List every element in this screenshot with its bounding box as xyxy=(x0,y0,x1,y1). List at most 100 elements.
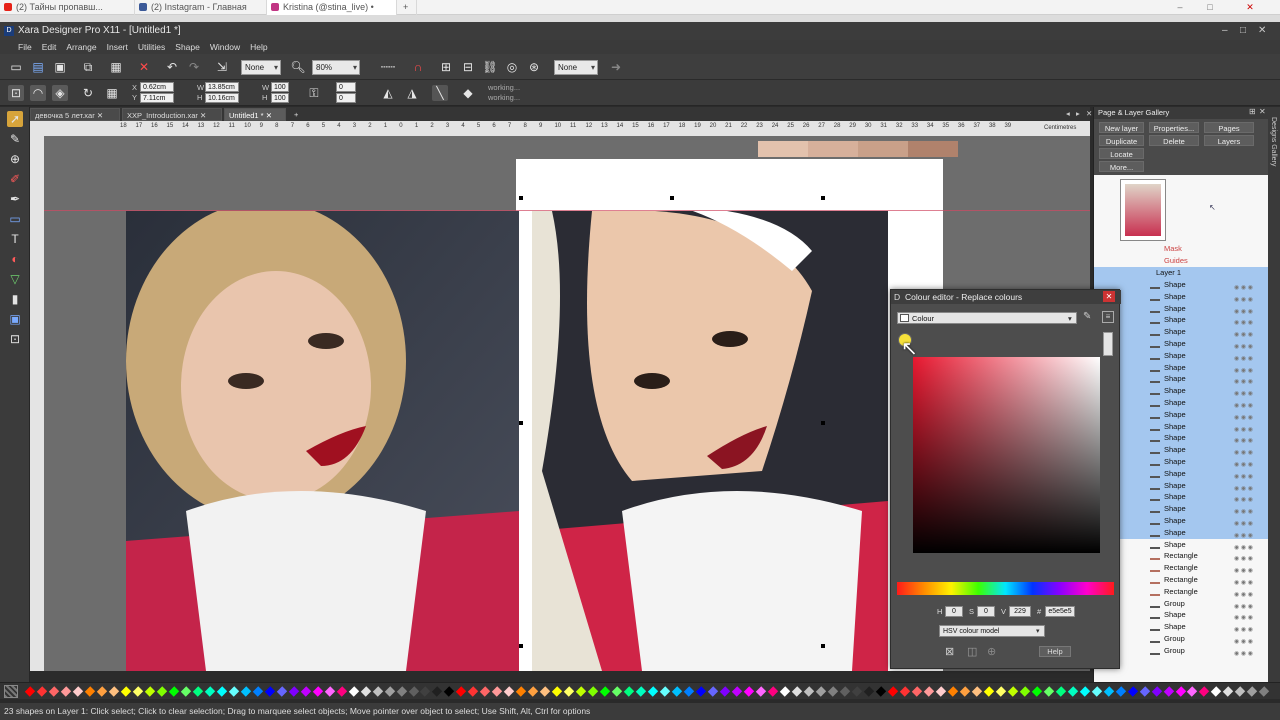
palette-swatch[interactable] xyxy=(815,686,827,697)
object-row[interactable]: Rectangle ◉ ◉ ◉ xyxy=(1094,550,1269,562)
visibility-icon[interactable]: ◉ ◉ ◉ xyxy=(1234,435,1264,444)
properties-button[interactable]: Properties... xyxy=(1149,122,1199,133)
visibility-icon[interactable]: ◉ ◉ ◉ xyxy=(1234,376,1264,385)
lock-aspect-icon[interactable]: ⚿ xyxy=(306,85,322,101)
close-icon[interactable]: ✕ xyxy=(1235,0,1265,15)
palette-swatch[interactable] xyxy=(863,686,875,697)
palette-swatch[interactable] xyxy=(504,686,515,697)
palette-swatch[interactable] xyxy=(851,686,863,697)
selector-mode-icon[interactable]: ⊡ xyxy=(8,85,24,101)
palette-swatch[interactable] xyxy=(468,686,479,697)
object-row[interactable]: Rectangle ◉ ◉ ◉ xyxy=(1094,586,1269,598)
palette-swatch[interactable] xyxy=(564,686,575,697)
colour-menu-icon[interactable]: ≡ xyxy=(1102,311,1114,323)
object-row[interactable]: Shape ◉ ◉ ◉ xyxy=(1094,609,1269,621)
zoom-tool-icon[interactable]: ⊕ xyxy=(7,151,23,167)
object-row[interactable]: Shape ◉ ◉ ◉ xyxy=(1094,314,1269,326)
flip-horizontal-icon[interactable]: ◭ xyxy=(380,85,396,101)
arrow-icon[interactable]: ➜ xyxy=(608,59,624,75)
palette-swatch[interactable] xyxy=(300,686,311,697)
visibility-icon[interactable]: ◉ ◉ ◉ xyxy=(1234,353,1264,362)
doc-tab-3[interactable]: Untitled1 * ✕ xyxy=(224,108,286,121)
menu-insert[interactable]: Insert xyxy=(102,40,133,54)
palette-swatch[interactable] xyxy=(432,686,443,697)
object-row[interactable]: Shape ◉ ◉ ◉ xyxy=(1094,467,1269,480)
shadow-tool-icon[interactable]: ▮ xyxy=(7,291,23,307)
palette-swatch[interactable] xyxy=(312,686,323,697)
palette-swatch[interactable] xyxy=(827,686,839,697)
visibility-icon[interactable]: ◉ ◉ ◉ xyxy=(1234,329,1264,338)
more-button[interactable]: More... xyxy=(1099,161,1144,172)
palette-swatch[interactable] xyxy=(1031,686,1042,697)
palette-swatch[interactable] xyxy=(779,686,791,697)
line-width-icon[interactable]: ╲ xyxy=(432,85,448,101)
palette-swatch[interactable] xyxy=(252,686,263,697)
palette-swatch[interactable] xyxy=(216,686,227,697)
shape-mode-icon[interactable]: ◠ xyxy=(30,85,46,101)
palette-swatch[interactable] xyxy=(228,686,239,697)
palette-swatch[interactable] xyxy=(96,686,108,697)
visibility-icon[interactable]: ◉ ◉ ◉ xyxy=(1234,341,1264,350)
object-row[interactable]: Rectangle ◉ ◉ ◉ xyxy=(1094,574,1269,586)
palette-swatch[interactable] xyxy=(971,686,982,697)
visibility-icon[interactable]: ◉ ◉ ◉ xyxy=(1234,306,1264,315)
palette-swatch[interactable] xyxy=(947,686,958,697)
palette-swatch[interactable] xyxy=(911,686,923,697)
visibility-icon[interactable]: ◉ ◉ ◉ xyxy=(1234,518,1264,527)
selection-handle[interactable] xyxy=(519,421,523,425)
minimize-icon[interactable]: – xyxy=(1165,0,1195,15)
bevel-tool-icon[interactable]: ▣ xyxy=(7,311,23,327)
visibility-icon[interactable]: ◉ ◉ ◉ xyxy=(1234,459,1264,468)
selection-handle[interactable] xyxy=(821,644,825,648)
palette-swatch[interactable] xyxy=(360,686,371,697)
doc-tab-1[interactable]: девочка 5 лет.xar ✕ xyxy=(30,108,120,121)
close-icon[interactable]: ✕ xyxy=(1103,291,1115,302)
hue-field[interactable]: 0 xyxy=(945,606,963,617)
object-row[interactable]: Shape ◉ ◉ ◉ xyxy=(1094,373,1269,385)
visibility-icon[interactable]: ◉ ◉ ◉ xyxy=(1234,636,1264,645)
layers-button[interactable]: Layers xyxy=(1204,135,1254,146)
visibility-icon[interactable]: ◉ ◉ ◉ xyxy=(1234,412,1264,421)
palette-swatch[interactable] xyxy=(576,686,587,697)
palette-swatch[interactable] xyxy=(600,686,611,697)
visibility-icon[interactable]: ◉ ◉ ◉ xyxy=(1234,589,1264,598)
palette-swatch[interactable] xyxy=(408,686,419,697)
palette-swatch[interactable] xyxy=(180,686,191,697)
object-row[interactable]: Shape ◉ ◉ ◉ xyxy=(1094,302,1269,315)
visibility-icon[interactable]: ◉ ◉ ◉ xyxy=(1234,365,1264,374)
palette-swatch[interactable] xyxy=(899,686,911,697)
hex-field[interactable]: e5e5e5 xyxy=(1045,606,1075,617)
browser-tab-instagram-profile[interactable]: Kristina (@stina_live) • xyxy=(267,0,397,15)
palette-swatch[interactable] xyxy=(707,686,719,697)
visibility-icon[interactable]: ◉ ◉ ◉ xyxy=(1234,317,1264,326)
palette-swatch[interactable] xyxy=(803,686,815,697)
no-colour-swatch[interactable] xyxy=(4,685,18,698)
new-document-icon[interactable]: ▭ xyxy=(8,59,24,75)
redo-icon[interactable]: ↷ xyxy=(186,59,202,75)
palette-swatch[interactable] xyxy=(540,686,551,697)
pin-icon[interactable]: ⊞ xyxy=(1249,107,1256,116)
fill-tool-icon[interactable]: ◐ xyxy=(7,251,23,267)
menu-shape[interactable]: Shape xyxy=(170,40,205,54)
palette-swatch[interactable] xyxy=(659,686,671,697)
paste-icon[interactable]: ▦ xyxy=(108,59,124,75)
visibility-icon[interactable]: ◉ ◉ ◉ xyxy=(1234,612,1264,621)
fill-combo[interactable]: None xyxy=(241,60,281,75)
ruler-toggle-icon[interactable]: ┄┄ xyxy=(376,59,400,75)
pages-button[interactable]: Pages xyxy=(1204,122,1254,133)
reference-photo[interactable] xyxy=(126,211,519,671)
palette-swatch[interactable] xyxy=(923,686,935,697)
close-icon[interactable]: ✕ xyxy=(1258,22,1266,40)
menu-window[interactable]: Window xyxy=(205,40,245,54)
doc-tab-2[interactable]: XXP_Introduction.xar ✕ xyxy=(122,108,222,121)
browser-tab-instagram-feed[interactable]: (2) Instagram - Главная xyxy=(135,0,267,15)
visibility-icon[interactable]: ◉ ◉ ◉ xyxy=(1234,483,1264,492)
import-icon[interactable]: ⇲ xyxy=(214,59,230,75)
visibility-icon[interactable]: ◉ ◉ ◉ xyxy=(1234,424,1264,433)
palette-swatch[interactable] xyxy=(372,686,383,697)
clip-icon[interactable]: ◎ xyxy=(504,59,520,75)
menu-edit[interactable]: Edit xyxy=(37,40,62,54)
width-field[interactable]: 13.85cm xyxy=(205,82,239,92)
visibility-icon[interactable]: ◉ ◉ ◉ xyxy=(1234,447,1264,456)
selection-handle[interactable] xyxy=(821,196,825,200)
